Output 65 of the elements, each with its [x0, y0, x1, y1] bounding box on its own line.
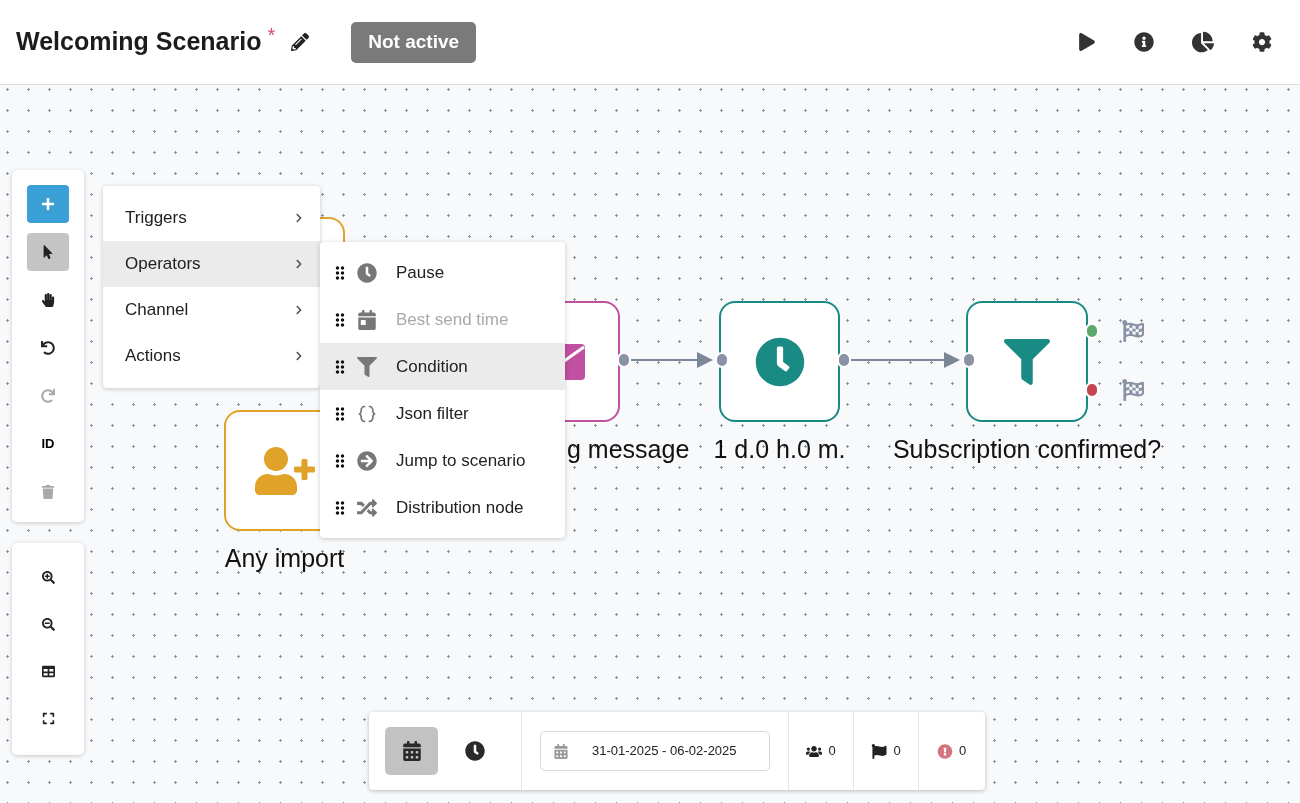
status-badge: Not active — [351, 21, 477, 63]
menu-item[interactable]: Channel — [103, 287, 320, 333]
clock-icon — [357, 262, 377, 283]
submenu-item[interactable]: Json filter — [320, 390, 565, 437]
add-icon — [41, 197, 55, 211]
menu-item[interactable]: Operators — [103, 241, 320, 287]
zoom-in-icon — [41, 570, 55, 584]
calendar-view-button[interactable] — [385, 727, 438, 775]
statistics-button[interactable] — [1192, 31, 1214, 53]
node-card[interactable] — [719, 301, 840, 422]
checkered-flag-icon — [1122, 379, 1144, 401]
shuffle-icon — [357, 497, 377, 518]
clock-icon — [464, 741, 485, 761]
chevron-right-icon — [294, 213, 304, 223]
filter-icon — [357, 356, 377, 377]
id-button[interactable]: ID — [27, 425, 69, 463]
date-range-field[interactable]: 31-01-2025 - 06-02-2025 — [540, 731, 770, 771]
scenario-title: Welcoming Scenario — [16, 26, 262, 58]
exclamation-icon — [936, 743, 953, 759]
node-card[interactable] — [966, 301, 1088, 422]
submenu-item[interactable]: Jump to scenario — [320, 437, 565, 484]
add-button[interactable] — [27, 185, 69, 223]
menu-item[interactable]: Actions — [103, 333, 320, 379]
curly-braces-icon — [357, 403, 377, 424]
calendar-icon — [401, 741, 422, 761]
pie-chart-icon — [1192, 31, 1214, 53]
submenu-item[interactable]: Condition — [320, 343, 565, 390]
expand-icon — [41, 711, 55, 725]
info-icon — [1134, 32, 1154, 52]
info-button[interactable] — [1134, 32, 1154, 52]
chevron-right-icon — [294, 351, 304, 361]
required-mark: * — [267, 23, 276, 48]
play-button[interactable] — [1078, 33, 1096, 51]
clock-icon — [754, 336, 805, 387]
node-label: g message — [567, 434, 690, 465]
pointer-icon — [41, 245, 55, 259]
grid-icon — [41, 664, 55, 678]
trash-icon — [41, 485, 55, 499]
pointer-button[interactable] — [27, 233, 69, 271]
count-value: 0 — [828, 742, 836, 761]
checkered-flag-icon — [1122, 320, 1144, 342]
undo-icon — [41, 341, 55, 355]
user-plus-icon — [254, 445, 315, 496]
submenu-item[interactable]: Distribution node — [320, 484, 565, 531]
menu-item[interactable]: Triggers — [103, 195, 320, 241]
flag-icon — [871, 743, 888, 759]
redo-icon — [41, 389, 55, 403]
node-label: Subscription confirmed? — [892, 434, 1162, 465]
count-value: 0 — [958, 742, 967, 761]
play-icon — [1078, 33, 1096, 51]
filter-icon — [1002, 338, 1052, 385]
pencil-icon — [291, 33, 310, 51]
calendar-icon — [554, 743, 568, 759]
node-label: Any import — [224, 543, 345, 574]
users-icon — [806, 743, 823, 759]
calendar-icon — [357, 309, 377, 330]
node-label: 1 d.0 h.0 m. — [713, 434, 846, 465]
chevron-right-icon — [294, 259, 304, 269]
settings-icon — [1252, 32, 1272, 52]
settings-button[interactable] — [1252, 32, 1272, 52]
hand-icon — [41, 293, 55, 307]
zoom-out-icon — [41, 617, 55, 631]
submenu-item[interactable]: Pause — [320, 249, 565, 296]
chevron-right-icon — [294, 305, 304, 315]
count-value: 0 — [893, 742, 901, 761]
